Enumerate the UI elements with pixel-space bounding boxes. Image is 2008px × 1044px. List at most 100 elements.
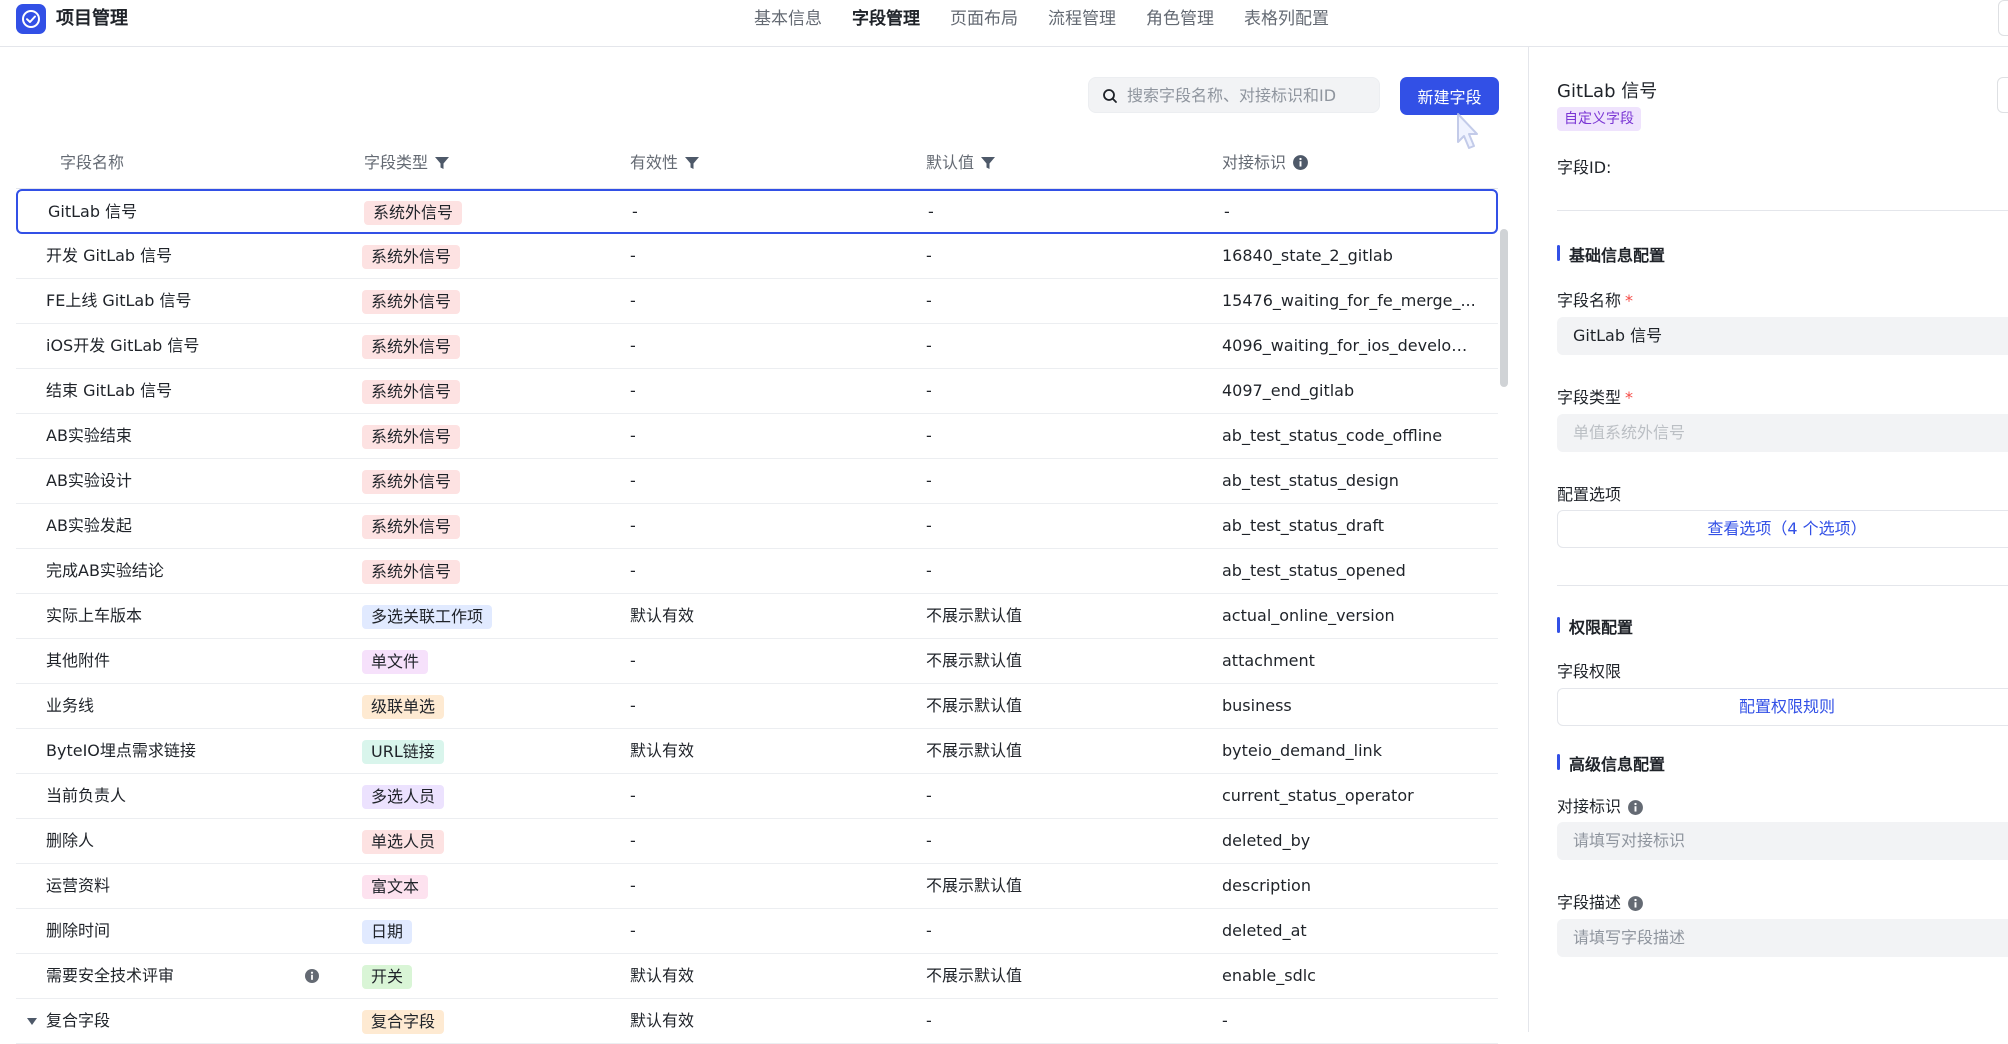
- field-type-tag: 单选人员: [362, 829, 445, 854]
- integration-key-input[interactable]: 请填写对接标识: [1557, 822, 2008, 860]
- configure-permission-link[interactable]: 配置权限规则: [1557, 688, 2008, 726]
- field-name-cell: iOS开发 GitLab 信号: [46, 336, 200, 355]
- divider: [1557, 585, 2008, 586]
- field-permission-label: 字段权限: [1557, 662, 1622, 681]
- nav-tab[interactable]: 流程管理: [1033, 4, 1131, 34]
- field-type-cell: 多选关联工作项: [362, 594, 602, 638]
- table-row[interactable]: 完成AB实验结论 系统外信号 - - ab_test_status_opened: [16, 549, 1498, 594]
- header-type: 字段类型: [364, 137, 450, 188]
- info-icon: [305, 969, 319, 983]
- field-type-cell: 单选人员: [362, 819, 602, 863]
- field-name-cell: ByteIO埋点需求链接: [46, 741, 196, 760]
- validity-cell: -: [630, 246, 636, 265]
- validity-cell: -: [630, 336, 636, 355]
- field-description-input[interactable]: 请填写字段描述: [1557, 919, 2008, 957]
- table-row[interactable]: FE上线 GitLab 信号 系统外信号 - - 15476_waiting_for_f…: [16, 279, 1498, 324]
- integration-key-cell: current_status_operator: [1222, 786, 1414, 805]
- table-row[interactable]: 开发 GitLab 信号 系统外信号 - - 16840_state_2_gitlab: [16, 234, 1498, 279]
- table-row[interactable]: iOS开发 GitLab 信号 系统外信号 - - 4096_waiting_for_i…: [16, 324, 1498, 369]
- header-key: 对接标识: [1222, 137, 1309, 188]
- app-title: 项目管理: [56, 8, 128, 29]
- default-value-cell: 不展示默认值: [926, 606, 1023, 625]
- field-type-tag: 日期: [362, 919, 413, 944]
- default-value-cell: 不展示默认值: [926, 741, 1023, 760]
- integration-key-cell: deleted_by: [1222, 831, 1311, 850]
- table-row[interactable]: ByteIO埋点需求链接 URL链接 默认有效 不展示默认值 byteio_demand…: [16, 729, 1498, 774]
- integration-key-cell: ab_test_status_draft: [1222, 516, 1385, 535]
- custom-field-badge: 自定义字段: [1557, 107, 1641, 131]
- field-type-tag: 级联单选: [362, 694, 445, 719]
- field-type-tag: 富文本: [362, 874, 429, 899]
- field-type-cell: 系统外信号: [364, 190, 604, 234]
- table-row[interactable]: AB实验发起 系统外信号 - - ab_test_status_draft: [16, 504, 1498, 549]
- section-advanced-title: 高级信息配置: [1557, 751, 1665, 775]
- search-input[interactable]: [1127, 78, 1373, 112]
- integration-key-cell: 16840_state_2_gitlab: [1222, 246, 1393, 265]
- nav-tab[interactable]: 角色管理: [1131, 4, 1229, 34]
- expand-caret-icon[interactable]: [26, 1017, 38, 1027]
- field-type-tag: 复合字段: [362, 1009, 445, 1034]
- integration-key-cell: 15476_waiting_for_fe_merge_...: [1222, 291, 1476, 310]
- nav-tab[interactable]: 表格列配置: [1229, 4, 1344, 34]
- default-value-cell: -: [926, 246, 932, 265]
- default-value-cell: 不展示默认值: [926, 696, 1023, 715]
- panel-collapse-button[interactable]: [1997, 77, 2008, 113]
- top-right-button[interactable]: [1998, 0, 2008, 36]
- integration-key-cell: 4096_waiting_for_ios_develop...: [1222, 336, 1476, 355]
- validity-cell: -: [630, 696, 636, 715]
- nav-tab[interactable]: 基本信息: [739, 4, 837, 34]
- top-nav: 基本信息 字段管理 页面布局 流程管理 角色管理 表格列配置: [739, 4, 1344, 34]
- required-mark: *: [1625, 291, 1634, 310]
- table-row[interactable]: AB实验设计 系统外信号 - - ab_test_status_design: [16, 459, 1498, 504]
- table-row[interactable]: 删除人 单选人员 - - deleted_by: [16, 819, 1498, 864]
- validity-cell: -: [630, 831, 636, 850]
- table-row[interactable]: AB实验结束 系统外信号 - - ab_test_status_code_offline: [16, 414, 1498, 459]
- view-options-link[interactable]: 查看选项（4 个选项）: [1557, 510, 2008, 548]
- header-validity: 有效性: [630, 137, 700, 188]
- field-name-cell: 实际上车版本: [46, 606, 143, 625]
- validity-cell: -: [630, 651, 636, 670]
- integration-key-cell: enable_sdlc: [1222, 966, 1316, 985]
- nav-tab[interactable]: 页面布局: [935, 4, 1033, 34]
- field-type-tag: 系统外信号: [362, 559, 461, 584]
- validity-cell: -: [630, 921, 636, 940]
- integration-key-cell: 4097_end_gitlab: [1222, 381, 1355, 400]
- table-row[interactable]: 删除时间 日期 - - deleted_at: [16, 909, 1498, 954]
- integration-key-label: 对接标识: [1557, 793, 1644, 817]
- table-row[interactable]: 需要安全技术评审 开关 默认有效 不展示默认值 enable_sdlc: [16, 954, 1498, 999]
- table-row[interactable]: 运营资料 富文本 - 不展示默认值 description: [16, 864, 1498, 909]
- filter-icon[interactable]: [980, 155, 996, 171]
- field-type-cell: 开关: [362, 954, 602, 998]
- filter-icon[interactable]: [684, 155, 700, 171]
- filter-icon[interactable]: [434, 155, 450, 171]
- field-type-tag: 多选关联工作项: [362, 604, 493, 629]
- search-box[interactable]: [1088, 77, 1380, 113]
- field-name-input[interactable]: GitLab 信号: [1557, 317, 2008, 355]
- field-type-cell: 富文本: [362, 864, 602, 908]
- field-list-area: 新建字段 字段名称 字段类型 有效性 默认值 对接标识: [0, 47, 1529, 1044]
- validity-cell: -: [630, 516, 636, 535]
- integration-key-cell: actual_online_version: [1222, 606, 1395, 625]
- top-bar: 项目管理 基本信息 字段管理 页面布局 流程管理 角色管理 表格列配置: [0, 0, 2008, 47]
- table-row[interactable]: 结束 GitLab 信号 系统外信号 - - 4097_end_gitlab: [16, 369, 1498, 414]
- field-type-tag: 系统外信号: [362, 424, 461, 449]
- field-name-cell: 复合字段: [46, 1011, 111, 1030]
- field-name-cell: GitLab 信号: [48, 202, 138, 221]
- table-row[interactable]: 实际上车版本 多选关联工作项 默认有效 不展示默认值 actual_online_ver…: [16, 594, 1498, 639]
- field-type-select: 单值系统外信号: [1557, 414, 2008, 452]
- table-row[interactable]: 业务线 级联单选 - 不展示默认值 business: [16, 684, 1498, 729]
- table-scrollbar[interactable]: [1500, 229, 1508, 387]
- field-name-cell: 其他附件: [46, 651, 111, 670]
- table-row[interactable]: 当前负责人 多选人员 - - current_status_operator: [16, 774, 1498, 819]
- table-row[interactable]: 复合字段 复合字段 默认有效 - -: [16, 999, 1498, 1044]
- field-name-cell: 运营资料: [46, 876, 111, 895]
- field-name-cell: 开发 GitLab 信号: [46, 246, 173, 265]
- nav-tab[interactable]: 字段管理: [837, 4, 935, 34]
- default-value-cell: -: [928, 202, 934, 221]
- default-value-cell: -: [926, 786, 932, 805]
- table-row[interactable]: GitLab 信号 系统外信号 - - -: [16, 189, 1498, 234]
- table-row[interactable]: 其他附件 单文件 - 不展示默认值 attachment: [16, 639, 1498, 684]
- integration-key-cell: ab_test_status_code_offline: [1222, 426, 1443, 445]
- default-value-cell: -: [926, 336, 932, 355]
- panel-title: GitLab 信号: [1557, 81, 1658, 102]
